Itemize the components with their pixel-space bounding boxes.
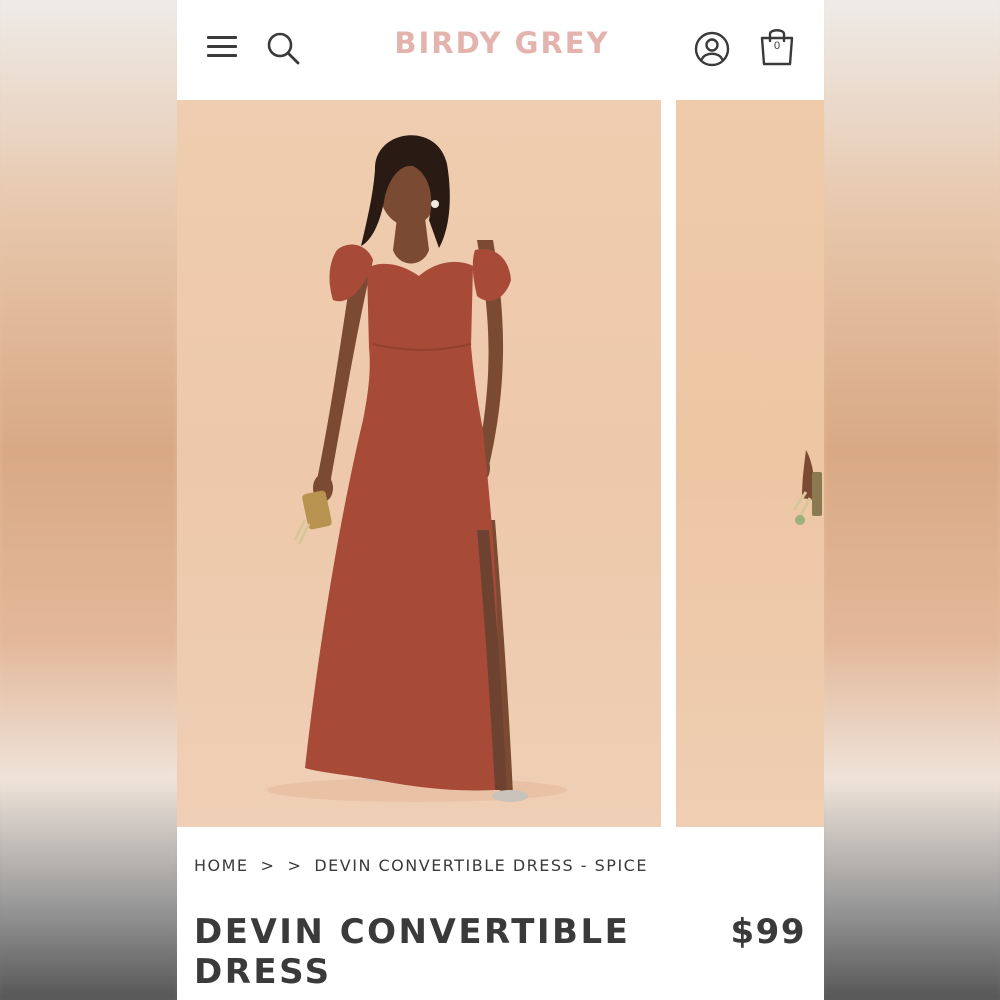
brand-logo[interactable]: BIRDY GREY [357,26,647,60]
shopping-bag-icon[interactable]: 0 [757,24,797,68]
product-image-next[interactable] [676,100,824,827]
breadcrumb-separator: > [287,856,303,875]
breadcrumb-home-link[interactable]: HOME [194,856,249,875]
product-image-carousel[interactable] [177,100,824,827]
blurred-backdrop-right [824,0,1000,1000]
product-title-line2: DRESS [194,952,332,992]
model-in-dress-illustration [267,135,567,802]
cart-count-badge: 0 [773,40,781,52]
breadcrumb-current: DEVIN CONVERTIBLE DRESS - SPICE [314,856,648,875]
blurred-backdrop-left [0,0,177,1000]
hamburger-menu-icon[interactable] [207,34,239,60]
product-price: $99 [730,912,806,952]
breadcrumb: HOME > > DEVIN CONVERTIBLE DRESS - SPICE [194,856,648,875]
product-title-line1: DEVIN CONVERTIBLE [194,912,631,952]
product-title: DEVIN CONVERTIBLE DRESS [194,912,654,992]
next-image-preview-illustration [792,450,822,525]
mobile-screen: BIRDY GREY 0 HOME > > DEVIN CONVERTIBLE … [177,0,824,1000]
site-header: BIRDY GREY 0 [177,0,824,100]
breadcrumb-separator: > [260,856,276,875]
account-icon[interactable] [693,30,731,68]
search-icon[interactable] [265,30,301,66]
product-image-main[interactable] [177,100,661,827]
